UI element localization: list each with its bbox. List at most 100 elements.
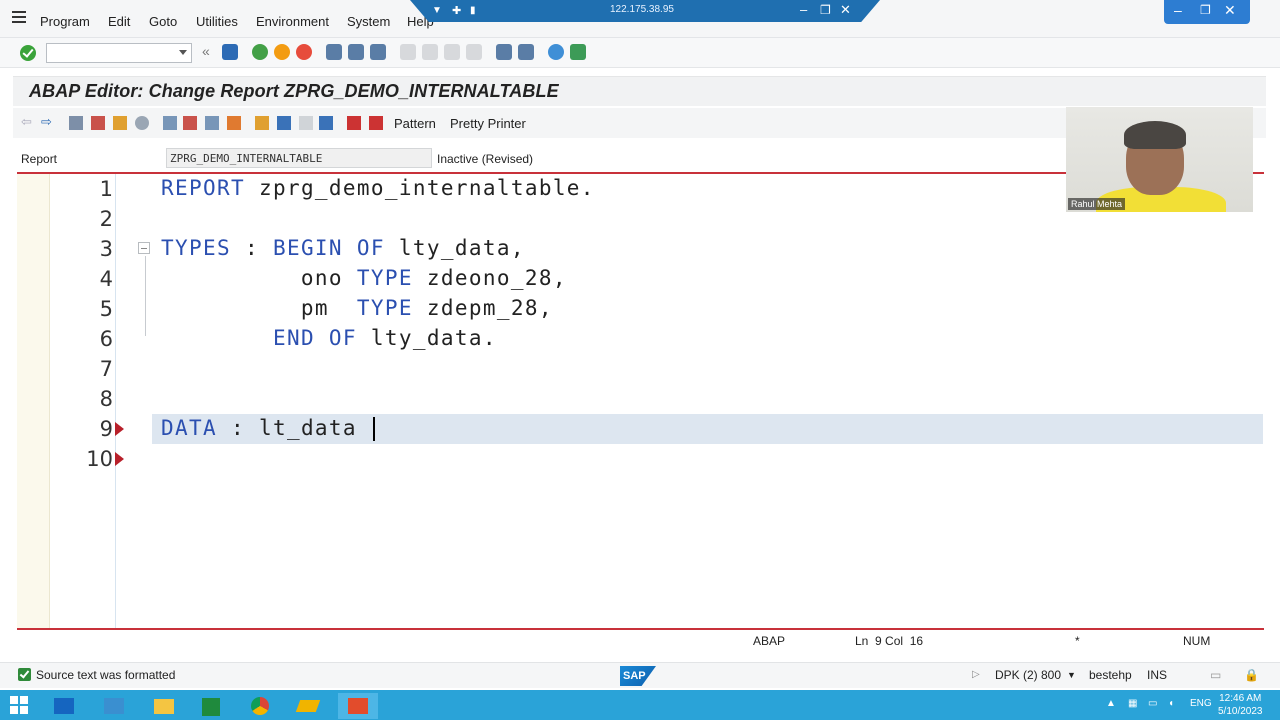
line-number: 3 (99, 237, 113, 261)
code-line[interactable]: 5 pm TYPE zdepm_28, (17, 294, 1264, 324)
first-page-icon[interactable] (400, 44, 416, 60)
check-icon[interactable] (135, 116, 149, 130)
set-breakpoint-icon[interactable] (347, 116, 361, 130)
activate-icon[interactable] (163, 116, 177, 130)
lock-icon[interactable]: 🔒 (1244, 668, 1259, 682)
where-used-icon[interactable] (205, 116, 219, 130)
restore-icon[interactable]: ❐ (1200, 3, 1211, 17)
code-line[interactable]: 4 ono TYPE zdeono_28, (17, 264, 1264, 294)
remote-restore-icon[interactable]: ❐ (820, 3, 831, 17)
code-keyword: DATA (161, 416, 217, 440)
report-label: Report (21, 152, 58, 166)
system-menu-icon[interactable] (12, 11, 26, 23)
code-text[interactable]: REPORT zprg_demo_internaltable. (161, 176, 595, 200)
line-marker-icon[interactable] (115, 422, 124, 436)
pretty-printer-button[interactable]: Pretty Printer (450, 116, 526, 131)
line-marker-icon[interactable] (115, 452, 124, 466)
status-message[interactable]: Source text was formatted (36, 668, 175, 682)
cancel-icon[interactable] (296, 44, 312, 60)
play-icon[interactable]: ▷ (972, 669, 980, 680)
chrome-icon[interactable] (240, 693, 280, 719)
back-arrow-icon[interactable]: ⇦ (21, 114, 35, 129)
customize-layout-icon[interactable] (570, 44, 586, 60)
input-language[interactable]: ENG (1190, 698, 1212, 709)
sap-logon-icon[interactable] (288, 693, 328, 719)
code-text[interactable]: ono TYPE zdeono_28, (161, 266, 567, 290)
next-page-icon[interactable] (444, 44, 460, 60)
code-line[interactable]: 8 (17, 384, 1264, 414)
help-icon[interactable] (548, 44, 564, 60)
minimize-icon[interactable]: – (1174, 2, 1182, 18)
chevron-down-icon[interactable] (179, 50, 187, 55)
code-line[interactable]: 10 (17, 444, 1264, 474)
clock[interactable]: 12:46 AM 5/10/2023 (1218, 692, 1263, 718)
folder-icon[interactable] (144, 693, 184, 719)
hierarchy-icon[interactable] (255, 116, 269, 130)
code-text[interactable]: DATA : lt_data (161, 416, 375, 441)
line-number: 4 (99, 267, 113, 291)
code-token: zprg_demo_internaltable. (244, 176, 595, 200)
code-text[interactable]: TYPES : BEGIN OF lty_data, (161, 236, 525, 260)
active-inactive-icon[interactable] (91, 116, 105, 130)
pin-icon[interactable]: ▼ (432, 5, 442, 16)
shortcut-icon[interactable] (518, 44, 534, 60)
volume-icon[interactable]: ◖ (1168, 698, 1174, 709)
display-change-icon[interactable] (69, 116, 83, 130)
menu-system[interactable]: System (347, 14, 390, 29)
sap-gui-icon[interactable] (338, 693, 378, 719)
powershell-icon[interactable] (94, 693, 134, 719)
code-line[interactable]: 3 TYPES : BEGIN OF lty_data, (17, 234, 1264, 264)
forward-arrow-icon[interactable]: ⇨ (41, 114, 55, 129)
collapse-icon[interactable]: « (202, 43, 218, 59)
code-token: pm (161, 296, 357, 320)
session-breakpoint-icon[interactable] (369, 116, 383, 130)
find-next-icon[interactable] (370, 44, 386, 60)
test-icon[interactable] (183, 116, 197, 130)
find-icon[interactable] (348, 44, 364, 60)
navigation-window-icon[interactable] (277, 116, 291, 130)
code-line[interactable]: 6 END OF lty_data. (17, 324, 1264, 354)
sap-logo-icon: SAP (620, 666, 656, 686)
remote-pin-icon[interactable]: ✚ (452, 4, 461, 17)
code-line[interactable]: 9 DATA : lt_data (17, 414, 1264, 444)
windows-start-icon[interactable] (10, 696, 28, 714)
system-info-dropdown-icon[interactable]: ▼ (1067, 670, 1076, 680)
menu-utilities[interactable]: Utilities (196, 14, 238, 29)
menu-edit[interactable]: Edit (108, 14, 130, 29)
code-text[interactable]: END OF lty_data. (161, 326, 497, 350)
code-text[interactable]: pm TYPE zdepm_28, (161, 296, 553, 320)
new-session-icon[interactable] (496, 44, 512, 60)
save-icon[interactable] (222, 44, 238, 60)
tray-expand-icon[interactable]: ▲ (1106, 698, 1116, 709)
close-icon[interactable]: ✕ (1224, 2, 1236, 19)
insert-mode[interactable]: INS (1147, 668, 1167, 682)
remote-minimize-icon[interactable]: – (800, 2, 807, 17)
explorer-icon[interactable] (44, 693, 84, 719)
last-page-icon[interactable] (466, 44, 482, 60)
menu-environment[interactable]: Environment (256, 14, 329, 29)
network-icon[interactable]: ▦ (1128, 698, 1137, 709)
pattern-button[interactable]: Pattern (394, 116, 436, 131)
enter-icon[interactable] (20, 45, 36, 61)
back-icon[interactable] (252, 44, 268, 60)
system-info[interactable]: DPK (2) 800 (995, 668, 1061, 682)
excel-icon[interactable] (192, 693, 232, 719)
code-line[interactable]: 7 (17, 354, 1264, 384)
exit-icon[interactable] (274, 44, 290, 60)
object-list-icon[interactable] (227, 116, 241, 130)
fold-toggle-icon[interactable] (138, 242, 150, 254)
other-object-icon[interactable] (113, 116, 127, 130)
remote-close-icon[interactable]: ✕ (840, 2, 851, 18)
battery-icon[interactable]: ▭ (1148, 698, 1157, 709)
previous-page-icon[interactable] (422, 44, 438, 60)
menu-program[interactable]: Program (40, 14, 90, 29)
info-icon[interactable] (319, 116, 333, 130)
code-editor[interactable]: 1 REPORT zprg_demo_internaltable. 2 3 TYPES … (17, 172, 1264, 630)
print-icon[interactable] (326, 44, 342, 60)
code-keyword: TYPE (356, 266, 413, 290)
insert-icon[interactable] (299, 116, 313, 130)
command-field[interactable] (46, 43, 192, 63)
grip-icon: ▭ (1210, 668, 1222, 682)
menu-goto[interactable]: Goto (149, 14, 177, 29)
